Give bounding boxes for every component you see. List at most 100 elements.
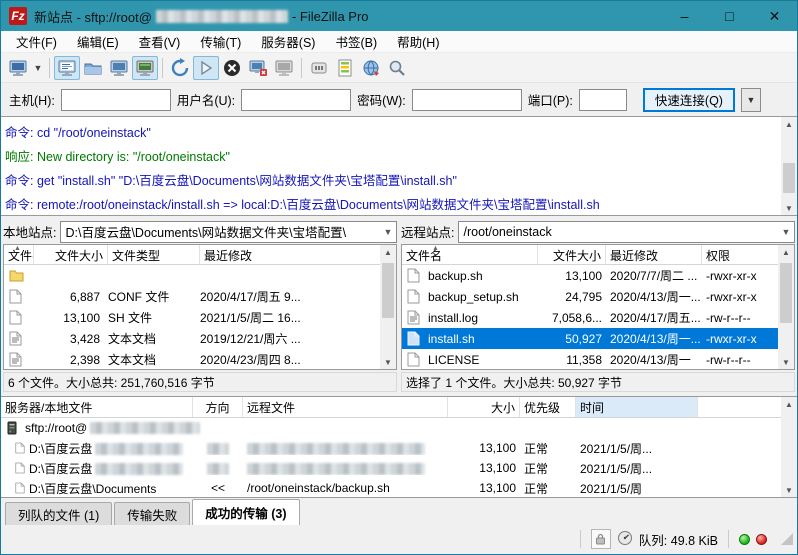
port-label: 端口(P): [528,90,573,109]
tab-failed-transfers[interactable]: 传输失败 [114,502,190,525]
local-file-row[interactable] [4,265,396,286]
toggle-local-tree-button[interactable] [80,56,106,80]
site-manager-icon [8,58,28,78]
local-file-row[interactable]: 2,398 文本文档 2020/4/23/周四 8... [4,349,396,370]
local-path-combobox[interactable]: D:\百度云盘\Documents\网站数据文件夹\宝塔配置\ ▼ [60,221,397,243]
remote-file-row[interactable]: LICENSE 11,358 2020/4/13/周一 -rw-r--r-- [402,349,794,370]
username-label: 用户名(U): [177,90,235,109]
port-input[interactable] [579,89,627,111]
remote-file-row-selected[interactable]: install.sh 50,927 2020/4/13/周一... -rwxr-… [402,328,794,349]
queue-scrollbar[interactable]: ▲ ▼ [781,397,797,497]
toggle-remote-tree-button[interactable] [106,56,132,80]
column-header-time[interactable]: 时间 [576,397,698,417]
toggle-message-log-button[interactable] [54,56,80,80]
speed-limit-indicator[interactable] [617,530,633,549]
scroll-down-icon[interactable]: ▼ [781,483,797,497]
site-manager-button[interactable] [5,56,31,80]
statusbar-separator [728,530,729,548]
scroll-up-icon[interactable]: ▲ [781,397,797,411]
remote-path-combobox[interactable]: /root/oneinstack ▼ [458,221,795,243]
queue-icon [135,58,155,78]
host-label: 主机(H): [9,90,55,109]
redacted-blur [207,463,229,475]
menu-server[interactable]: 服务器(S) [252,30,324,53]
queue-tabs: 列队的文件 (1) 传输失败 成功的传输 (3) [1,498,797,525]
log-line: 响应: New directory is: "/root/oneinstack" [5,145,777,169]
disconnect-button[interactable] [245,56,271,80]
chevron-down-icon[interactable]: ▼ [380,222,396,242]
process-queue-button[interactable] [193,56,219,80]
stop-icon [222,58,242,78]
log-text: New directory is: "/root/oneinstack" [37,150,230,164]
column-header-priority[interactable]: 优先级 [520,397,576,417]
column-header-name[interactable]: 文件名 ▲ [402,245,538,264]
log-text: cd "/root/oneinstack" [37,126,151,140]
scrollbar-thumb[interactable] [780,263,792,323]
queue-row[interactable]: D:\百度云盘 13,100 正常 2021/1/5/周... [1,458,797,478]
column-header-direction[interactable]: 方向 [193,397,243,417]
queue-server-row[interactable]: sftp://root@ [1,418,797,438]
scroll-down-icon[interactable]: ▼ [380,355,396,369]
filter-button[interactable] [306,56,332,80]
local-path-value: D:\百度云盘\Documents\网站数据文件夹\宝塔配置\ [65,222,346,241]
remote-file-row[interactable]: install.log 7,058,6... 2020/4/17/周五... -… [402,307,794,328]
cancel-operation-button[interactable] [219,56,245,80]
scrollbar-thumb[interactable] [382,263,394,318]
scroll-up-icon[interactable]: ▲ [781,117,797,131]
redacted-blur [247,463,425,475]
local-file-row[interactable]: 6,887 CONF 文件 2020/4/17/周五 9... [4,286,396,307]
username-input[interactable] [241,89,351,111]
tab-successful-transfers[interactable]: 成功的传输 (3) [192,499,299,525]
refresh-button[interactable] [167,56,193,80]
remote-list-scrollbar[interactable]: ▲ ▼ [778,245,794,369]
password-input[interactable] [412,89,522,111]
quickconnect-button[interactable]: 快速连接(Q) [643,88,735,112]
column-header-name[interactable]: ▲文件名 [4,245,34,264]
tab-queued-files[interactable]: 列队的文件 (1) [5,502,112,525]
menu-edit[interactable]: 编辑(E) [68,30,128,53]
directory-comparison-button[interactable] [332,56,358,80]
toggle-queue-button[interactable] [132,56,158,80]
queue-row[interactable]: D:\百度云盘\Documents << /root/oneinstack/ba… [1,478,797,498]
quickconnect-dropdown[interactable]: ▼ [741,88,761,112]
local-site-label: 本地站点: [3,222,56,241]
column-header-remote-file[interactable]: 远程文件 [243,397,448,417]
redacted-blur [95,443,183,455]
host-input[interactable] [61,89,171,111]
menu-help[interactable]: 帮助(H) [388,30,448,53]
maximize-button[interactable]: □ [707,1,752,31]
column-header-modified[interactable]: 最近修改 [200,245,396,264]
local-file-row[interactable]: 13,100 SH 文件 2021/1/5/周二 16... [4,307,396,328]
column-header-modified[interactable]: 最近修改 [606,245,702,264]
local-file-row[interactable]: 3,428 文本文档 2019/12/21/周六 ... [4,328,396,349]
lock-indicator[interactable] [591,529,611,549]
remote-file-row[interactable]: backup.sh 13,100 2020/7/7/周二 ... -rwxr-x… [402,265,794,286]
column-header-size[interactable]: 大小 [448,397,520,417]
chevron-down-icon[interactable]: ▼ [778,222,794,242]
column-header-size[interactable]: 文件大小 [538,245,606,264]
queue-row[interactable]: D:\百度云盘 13,100 正常 2021/1/5/周... [1,438,797,458]
local-list-scrollbar[interactable]: ▲ ▼ [380,245,396,369]
menu-transfer[interactable]: 传输(T) [191,30,250,53]
sort-ascending-icon: ▲ [432,245,439,252]
remote-file-row[interactable]: backup_setup.sh 24,795 2020/4/13/周一... -… [402,286,794,307]
column-header-local-file[interactable]: 服务器/本地文件 [1,397,193,417]
find-files-button[interactable] [384,56,410,80]
menu-view[interactable]: 查看(V) [130,30,190,53]
minimize-button[interactable]: – [662,1,707,31]
reconnect-button[interactable] [271,56,297,80]
scroll-down-icon[interactable]: ▼ [778,355,794,369]
scroll-up-icon[interactable]: ▲ [778,245,794,259]
log-scrollbar[interactable]: ▲ ▼ [781,117,797,215]
scroll-down-icon[interactable]: ▼ [781,201,797,215]
resize-grip[interactable] [781,533,793,545]
menu-file[interactable]: 文件(F) [7,30,66,53]
synchronized-browsing-button[interactable] [358,56,384,80]
column-header-type[interactable]: 文件类型 [108,245,200,264]
menu-bookmarks[interactable]: 书签(B) [326,30,386,53]
scrollbar-thumb[interactable] [783,163,795,193]
close-button[interactable]: ✕ [752,1,797,31]
site-manager-dropdown[interactable]: ▼ [31,56,45,80]
scroll-up-icon[interactable]: ▲ [380,245,396,259]
column-header-size[interactable]: 文件大小 [34,245,108,264]
